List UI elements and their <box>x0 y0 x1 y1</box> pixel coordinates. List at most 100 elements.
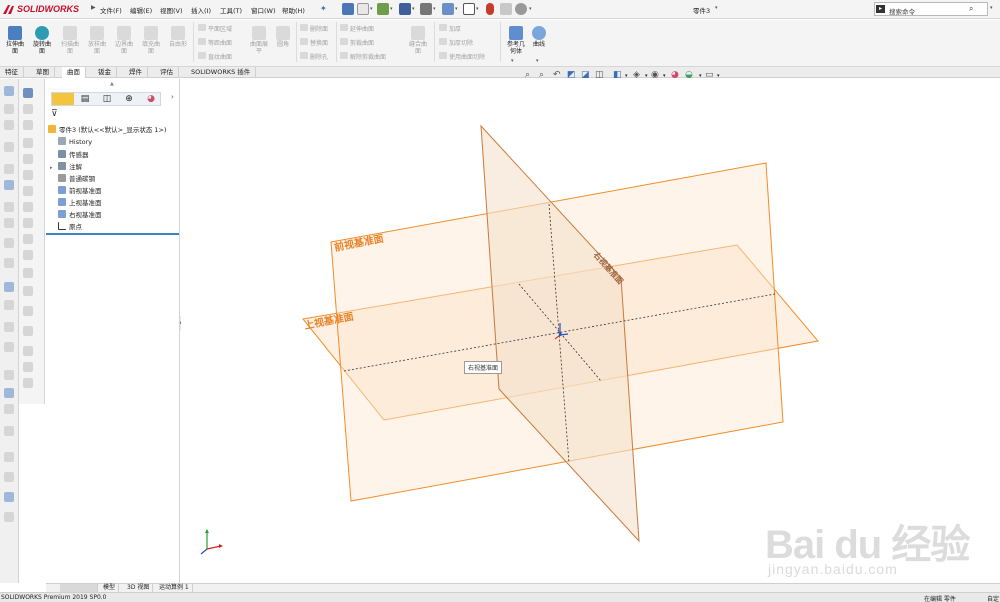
open-icon[interactable] <box>377 3 389 15</box>
menu-tools[interactable]: 工具(T) <box>220 5 242 15</box>
feature-manager-tab-icon[interactable] <box>52 93 74 105</box>
tab-3d-views[interactable]: 3D 视图 <box>124 584 154 592</box>
tab-model[interactable]: 模型 <box>100 584 120 592</box>
left-tool-icon[interactable] <box>4 258 14 268</box>
new-document-icon[interactable] <box>357 3 369 15</box>
thickened-cut-button[interactable]: 加厚切除 <box>439 38 473 47</box>
file-properties-icon[interactable] <box>500 3 512 15</box>
secondary-tool-icon[interactable] <box>23 202 33 212</box>
curves-dropdown-icon[interactable]: ▾ <box>536 58 539 64</box>
rollback-bar[interactable] <box>46 233 179 235</box>
left-tool-icon[interactable] <box>4 104 14 114</box>
secondary-tool-icon[interactable] <box>23 286 33 296</box>
left-tool-icon[interactable] <box>4 218 14 228</box>
tab-sheet-metal[interactable]: 钣金 <box>93 67 117 78</box>
secondary-tool-icon[interactable] <box>23 138 33 148</box>
left-tool-icon[interactable] <box>4 426 14 436</box>
menu-window[interactable]: 窗口(W) <box>251 5 276 15</box>
tab-features[interactable]: 特征 <box>0 67 24 78</box>
tab-surfaces[interactable]: 曲面 <box>62 67 86 78</box>
boundary-surface-button[interactable]: 边界曲 面 <box>111 26 137 55</box>
secondary-tool-icon[interactable] <box>23 346 33 356</box>
tab-motion-study[interactable]: 运动算例 1 <box>156 584 193 592</box>
new-dropdown-icon[interactable]: ▾ <box>370 6 373 12</box>
left-tool-icon[interactable] <box>4 238 14 248</box>
replace-face-button[interactable]: 替换面 <box>300 38 328 47</box>
secondary-tool-icon[interactable] <box>23 170 33 180</box>
tree-root-part[interactable]: 零件3 (默认<<默认>_显示状态 1>) <box>48 124 167 134</box>
reference-geometry-button[interactable]: 参考几 何体 <box>503 26 529 55</box>
configuration-manager-tab-icon[interactable]: ◫ <box>96 93 118 105</box>
print-dropdown-icon[interactable]: ▾ <box>433 6 436 12</box>
secondary-tool-icon[interactable] <box>23 88 33 98</box>
thicken-button[interactable]: 加厚 <box>439 24 461 33</box>
tree-item-right-plane[interactable]: 右视基准面 <box>58 209 102 219</box>
ruled-surface-button[interactable]: 直纹曲面 <box>198 52 232 61</box>
search-dropdown-icon[interactable]: ▾ <box>990 5 993 11</box>
tab-scroll-arrows-icon[interactable] <box>60 584 98 592</box>
property-manager-tab-icon[interactable]: ▤ <box>74 93 96 105</box>
undo-icon[interactable] <box>442 3 454 15</box>
cut-with-surface-button[interactable]: 使用曲面切除 <box>439 52 485 61</box>
tree-item-sensors[interactable]: 传感器 <box>58 149 89 159</box>
secondary-tool-icon[interactable] <box>23 250 33 260</box>
reference-geometry-dropdown-icon[interactable]: ▾ <box>511 58 514 64</box>
expand-arrow-icon[interactable]: ▸ <box>50 165 58 171</box>
menu-insert[interactable]: 插入(I) <box>191 5 211 15</box>
select-cursor-icon[interactable] <box>463 3 475 15</box>
home-icon[interactable] <box>342 3 354 15</box>
swept-surface-button[interactable]: 扫描曲 面 <box>57 26 83 55</box>
tab-evaluate[interactable]: 评估 <box>155 67 179 78</box>
dimxpert-tab-icon[interactable]: ⊕ <box>118 93 140 105</box>
freeform-button[interactable]: 自由形 <box>165 26 191 48</box>
left-tool-icon[interactable] <box>4 342 14 352</box>
panel-grip-icon[interactable]: ▲ <box>110 81 114 87</box>
secondary-tool-icon[interactable] <box>23 218 33 228</box>
secondary-tool-icon[interactable] <box>23 154 33 164</box>
tab-scroll-right-icon[interactable]: › <box>171 93 174 101</box>
filled-surface-button[interactable]: 填充曲 面 <box>138 26 164 55</box>
solidworks-logo[interactable]: SOLIDWORKS <box>2 3 88 16</box>
graphics-area[interactable]: ⌕ ⌕ ↶ ◩ ◪ ◫ ◧ ▾ ◈ ▾ ◉ ▾ ◕ ◒ ▾ ▭ ▾ 前视基准面 … <box>181 70 1000 583</box>
left-tool-icon[interactable] <box>4 404 14 414</box>
menu-edit[interactable]: 编辑(E) <box>130 5 152 15</box>
search-input[interactable]: 搜索命令 <box>889 6 915 16</box>
left-tool-icon[interactable] <box>4 472 14 482</box>
menu-help[interactable]: 帮助(H) <box>282 5 305 15</box>
left-tool-icon[interactable] <box>4 300 14 310</box>
left-tool-icon[interactable] <box>4 388 14 398</box>
open-dropdown-icon[interactable]: ▾ <box>390 6 393 12</box>
flatten-surface-button[interactable]: 曲面展 平 <box>245 26 273 55</box>
tree-item-origin[interactable]: 原点 <box>58 221 82 231</box>
save-dropdown-icon[interactable]: ▾ <box>412 6 415 12</box>
lofted-surface-button[interactable]: 放样曲 面 <box>84 26 110 55</box>
secondary-tool-icon[interactable] <box>23 326 33 336</box>
options-dropdown-icon[interactable]: ▾ <box>529 6 532 12</box>
menu-view[interactable]: 视图(V) <box>160 5 183 15</box>
planar-surface-button[interactable]: 平面区域 <box>198 24 232 33</box>
units-status[interactable]: 自定 <box>987 594 999 602</box>
left-tool-icon[interactable] <box>4 202 14 212</box>
left-tool-icon[interactable] <box>4 370 14 380</box>
left-tool-icon[interactable] <box>4 512 14 522</box>
left-tool-icon[interactable] <box>4 492 14 502</box>
pin-icon[interactable]: ✦ <box>320 4 327 13</box>
select-dropdown-icon[interactable]: ▾ <box>476 6 479 12</box>
extruded-surface-button[interactable]: 拉伸曲 面 <box>2 26 28 55</box>
tree-item-history[interactable]: History <box>58 137 92 146</box>
extend-surface-button[interactable]: 延伸曲面 <box>340 24 374 33</box>
secondary-tool-icon[interactable] <box>23 234 33 244</box>
tab-sketch[interactable]: 草图 <box>31 67 55 78</box>
left-tool-icon[interactable] <box>4 142 14 152</box>
left-tool-icon[interactable] <box>4 180 14 190</box>
trim-surface-button[interactable]: 剪裁曲面 <box>340 38 374 47</box>
secondary-tool-icon[interactable] <box>23 186 33 196</box>
fillet-button[interactable]: 圆角 <box>272 26 294 48</box>
curves-button[interactable]: 曲线 <box>530 26 548 48</box>
menu-expand-icon[interactable]: ▶ <box>91 4 96 11</box>
tree-item-top-plane[interactable]: 上视基准面 <box>58 197 102 207</box>
filter-icon[interactable]: ⊽ <box>51 109 58 119</box>
tab-weldments[interactable]: 焊件 <box>124 67 148 78</box>
delete-hole-button[interactable]: 删除孔 <box>300 52 328 61</box>
search-commands-box[interactable]: ▸ 搜索命令 ⌕ <box>874 2 988 16</box>
